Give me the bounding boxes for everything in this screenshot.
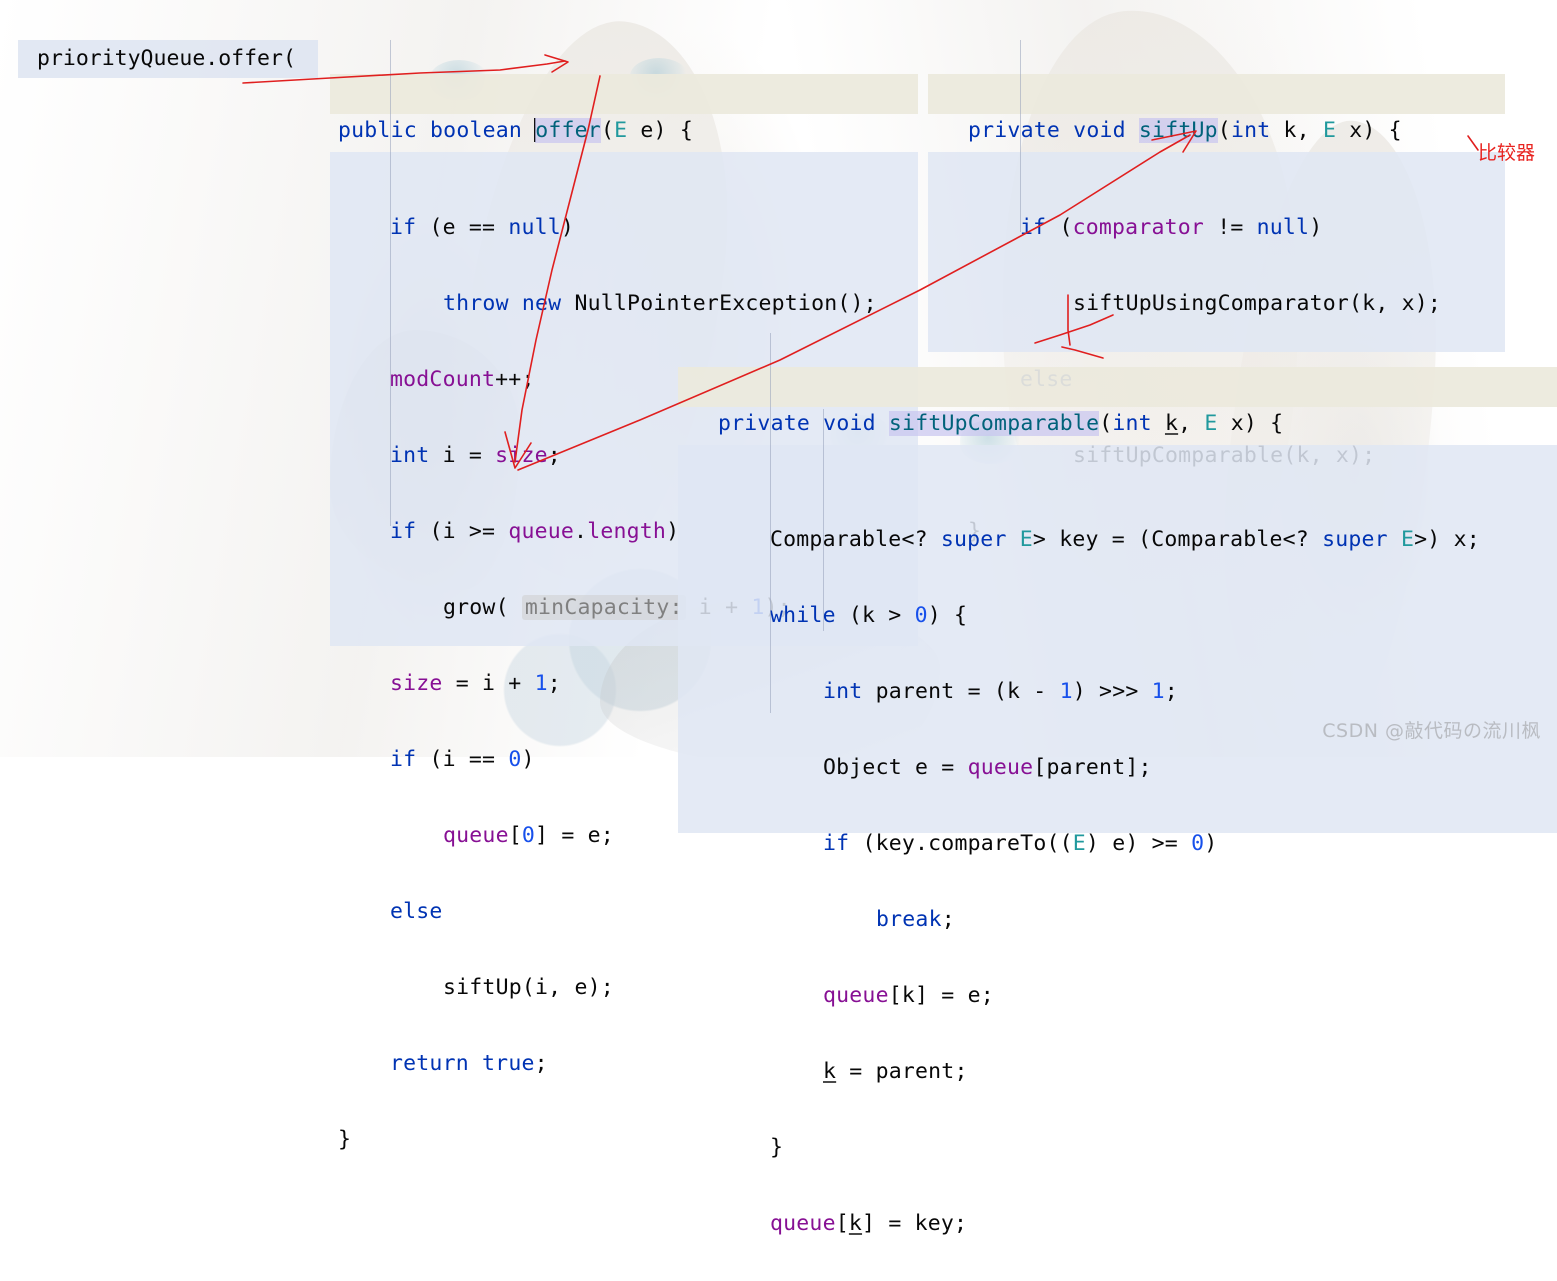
screenshot-stage: priorityQueue.offer( public boolean offe…: [0, 0, 1557, 1236]
code-panel-siftupcomparable[interactable]: private void siftUpComparable(int k, E x…: [678, 329, 1557, 1236]
indent-guide: [1020, 40, 1021, 232]
indent-guide: [823, 409, 824, 631]
siftupcomparable-body: Comparable<? super E> key = (Comparable<…: [678, 333, 1557, 1236]
siftup-body: if (comparator != null) siftUpUsingCompa…: [928, 40, 1505, 544]
code-panel-siftup[interactable]: private void siftUp(int k, E x) { if (co…: [928, 36, 1505, 544]
siftup-signature-line: private void siftUp(int k, E x) {: [928, 74, 1505, 143]
offer-signature-line: public boolean offer(E e) {: [330, 74, 918, 143]
siftupcomparable-signature-line: private void siftUpComparable(int k, E x…: [678, 367, 1557, 436]
indent-guide: [390, 40, 391, 526]
parameter-hint: minCapacity:: [521, 595, 686, 620]
call-site-text: priorityQueue.offer(: [37, 46, 296, 71]
indent-guide: [770, 333, 771, 713]
csdn-watermark: CSDN @敲代码の流川枫: [1322, 720, 1541, 742]
call-site-code-chip[interactable]: priorityQueue.offer(: [18, 40, 318, 78]
annotation-comparator: 比较器: [1478, 142, 1536, 164]
